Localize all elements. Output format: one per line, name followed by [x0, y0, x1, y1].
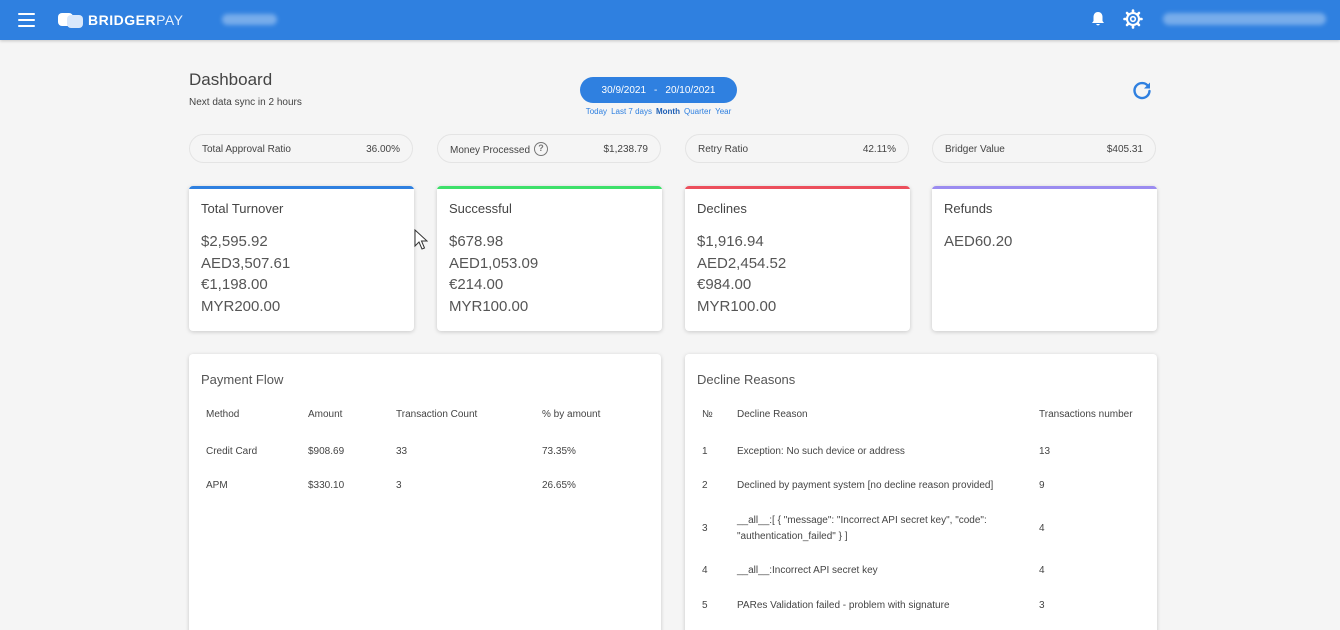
- table-cell: 4: [1039, 523, 1045, 534]
- panel-title: Payment Flow: [201, 372, 284, 387]
- summary-retry-ratio: Retry Ratio 42.11%: [685, 134, 909, 163]
- summary-money-processed: Money Processed? $1,238.79: [437, 134, 661, 163]
- column-header: Transactions number: [1039, 409, 1133, 420]
- merchant-selector[interactable]: [222, 14, 277, 25]
- table-cell: Declined by payment system [no decline r…: [737, 480, 994, 491]
- user-menu[interactable]: [1163, 13, 1326, 25]
- summary-bridger-value: Bridger Value $405.31: [932, 134, 1156, 163]
- card-refunds[interactable]: Refunds AED60.20: [932, 186, 1157, 331]
- date-separator: -: [654, 84, 658, 96]
- table-cell: $908.69: [308, 446, 345, 457]
- top-bar: BRIDGERPAY: [0, 0, 1340, 40]
- range-year[interactable]: Year: [715, 107, 731, 116]
- column-header: Amount: [308, 409, 343, 420]
- table-cell: 4: [1039, 565, 1045, 576]
- refresh-icon[interactable]: [1131, 80, 1153, 102]
- card-accent-bar: [437, 186, 662, 189]
- date-range-picker[interactable]: 30/9/2021 - 20/10/2021: [580, 77, 737, 103]
- column-header: Transaction Count: [396, 409, 478, 420]
- card-accent-bar: [932, 186, 1157, 189]
- date-from: 30/9/2021: [601, 84, 647, 96]
- panel-title: Decline Reasons: [697, 372, 796, 387]
- table-cell: PARes Validation failed - problem with s…: [737, 600, 950, 611]
- column-header: Method: [206, 409, 240, 420]
- card-values: $1,916.94 AED2,454.52 €984.00 MYR100.00: [697, 233, 787, 315]
- card-title: Successful: [449, 201, 512, 216]
- payment-flow-panel: Payment Flow Method Amount Transaction C…: [189, 354, 661, 630]
- table-cell: 3: [702, 523, 708, 534]
- table-cell: 3: [1039, 600, 1045, 611]
- table-cell: 4: [702, 565, 708, 576]
- table-cell: 33: [396, 446, 408, 457]
- table-cell: Exception: No such device or address: [737, 446, 905, 457]
- card-accent-bar: [685, 186, 910, 189]
- card-values: $2,595.92 AED3,507.61 €1,198.00 MYR200.00: [201, 233, 291, 315]
- card-accent-bar: [189, 186, 414, 189]
- table-cell: 3: [396, 480, 402, 491]
- table-cell: 73.35%: [542, 446, 576, 457]
- range-month[interactable]: Month: [656, 107, 680, 116]
- mouse-cursor-icon: [414, 229, 428, 250]
- table-cell: 2: [702, 480, 708, 491]
- card-title: Declines: [697, 201, 747, 216]
- table-cell: 5: [702, 600, 708, 611]
- range-today[interactable]: Today: [586, 107, 607, 116]
- quick-range-links: Today Last 7 days Month Quarter Year: [580, 107, 737, 116]
- column-header: % by amount: [542, 409, 601, 420]
- table-cell: "authentication_failed" } ]: [737, 531, 848, 542]
- range-last-7-days[interactable]: Last 7 days: [611, 107, 652, 116]
- range-quarter[interactable]: Quarter: [684, 107, 711, 116]
- gear-icon[interactable]: [1123, 9, 1143, 29]
- card-title: Total Turnover: [201, 201, 284, 216]
- table-cell: __all__:Incorrect API secret key: [737, 565, 878, 576]
- logo-mark-icon: [58, 11, 84, 29]
- brand-logo[interactable]: BRIDGERPAY: [58, 10, 184, 30]
- table-cell: 13: [1039, 446, 1051, 457]
- bell-icon[interactable]: [1091, 11, 1105, 27]
- decline-reasons-panel: Decline Reasons № Decline Reason Transac…: [685, 354, 1157, 630]
- card-values: AED60.20: [944, 233, 1013, 250]
- column-header: Decline Reason: [737, 409, 808, 420]
- table-cell: $330.10: [308, 480, 345, 491]
- help-icon[interactable]: ?: [534, 142, 549, 156]
- page-title: Dashboard: [189, 70, 273, 89]
- summary-approval-ratio: Total Approval Ratio 36.00%: [189, 134, 413, 163]
- card-total-turnover[interactable]: Total Turnover $2,595.92 AED3,507.61 €1,19…: [189, 186, 414, 331]
- card-values: $678.98 AED1,053.09 €214.00 MYR100.00: [449, 233, 539, 315]
- brand-name: BRIDGERPAY: [88, 12, 184, 28]
- card-title: Refunds: [944, 201, 993, 216]
- card-declines[interactable]: Declines $1,916.94 AED2,454.52 €984.00 MYR1…: [685, 186, 910, 331]
- date-to: 20/10/2021: [665, 84, 716, 96]
- menu-icon[interactable]: [18, 13, 35, 27]
- column-header: №: [702, 409, 713, 420]
- table-cell: 26.65%: [542, 480, 576, 491]
- sync-status: Next data sync in 2 hours: [189, 97, 302, 108]
- table-cell: __all__:[ { "message": "Incorrect API se…: [737, 515, 987, 526]
- card-successful[interactable]: Successful $678.98 AED1,053.09 €214.00 MYR1…: [437, 186, 662, 331]
- table-cell: Credit Card: [206, 446, 258, 457]
- table-cell: 1: [702, 446, 708, 457]
- table-cell: APM: [206, 480, 228, 491]
- table-cell: 9: [1039, 480, 1045, 491]
